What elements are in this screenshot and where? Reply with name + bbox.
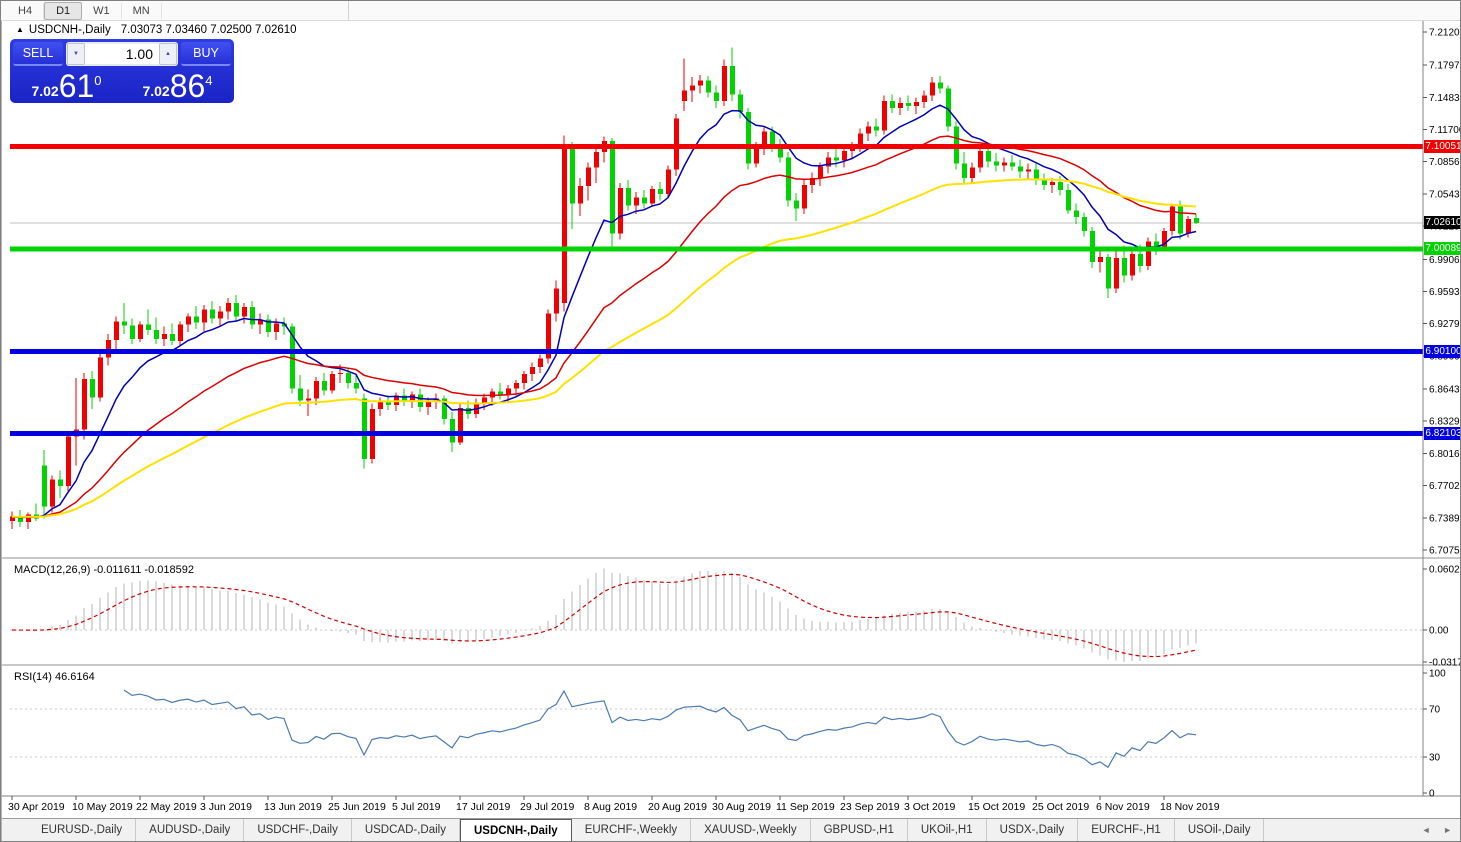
timeframe-button-mn[interactable]: MN [122, 2, 162, 19]
svg-text:18 Nov 2019: 18 Nov 2019 [1160, 801, 1220, 813]
svg-text:-0.031725: -0.031725 [1429, 658, 1461, 669]
timeframe-button-h4[interactable]: H4 [7, 2, 45, 19]
tab-eurchf-weekly[interactable]: EURCHF-,Weekly [572, 819, 692, 841]
tab-gbpusd-h1[interactable]: GBPUSD-,H1 [811, 819, 908, 841]
svg-text:20 Aug 2019: 20 Aug 2019 [648, 801, 707, 813]
tab-ukoil-h1[interactable]: UKOil-,H1 [908, 819, 987, 841]
svg-text:6 Nov 2019: 6 Nov 2019 [1096, 801, 1150, 813]
buy-price-sup: 4 [205, 73, 213, 88]
svg-text:5 Jul 2019: 5 Jul 2019 [392, 801, 441, 813]
svg-text:7.17970: 7.17970 [1429, 61, 1461, 72]
svg-text:29 Jul 2019: 29 Jul 2019 [520, 801, 574, 813]
price-line-label-support-blue1: 6.90100 [1424, 345, 1461, 358]
tab-eurchf-h1[interactable]: EURCHF-,H1 [1078, 819, 1175, 841]
tab-scroll-left-icon[interactable]: ◄ [1422, 825, 1431, 835]
svg-text:6.92795: 6.92795 [1429, 319, 1461, 330]
svg-text:6.70755: 6.70755 [1429, 545, 1461, 556]
svg-text:30: 30 [1429, 753, 1441, 764]
buy-price-prefix: 7.02 [142, 83, 170, 99]
sell-price-display[interactable]: 7.02 61 0 [13, 68, 120, 102]
collapse-triangle-icon[interactable]: ▲ [16, 25, 24, 34]
svg-text:6.73890: 6.73890 [1429, 513, 1461, 524]
sell-price-main: 61 [58, 68, 95, 104]
buy-button[interactable]: BUY [181, 42, 231, 66]
chart-tab-bar: EURUSD-,Daily AUDUSD-,Daily USDCHF-,Daily U… [2, 818, 1460, 841]
svg-text:7.21200: 7.21200 [1429, 28, 1461, 39]
tab-usdchf-daily[interactable]: USDCHF-,Daily [244, 819, 352, 841]
chart-title: ▲ USDCNH-,Daily 7.03073 7.03460 7.02500 7.… [16, 24, 297, 36]
svg-text:25 Oct 2019: 25 Oct 2019 [1032, 801, 1089, 813]
svg-text:70: 70 [1429, 705, 1441, 716]
svg-text:8 Aug 2019: 8 Aug 2019 [584, 801, 637, 813]
tab-usdcad-daily[interactable]: USDCAD-,Daily [352, 819, 460, 841]
buy-price-main: 86 [169, 68, 206, 104]
timeframe-button-w1[interactable]: W1 [82, 2, 122, 19]
terminal-window: H4 D1 W1 MN 7.21200 7.17970 7.14835 7.11700… [0, 0, 1461, 842]
tab-eurusd-daily[interactable]: EURUSD-,Daily [28, 819, 137, 841]
svg-text:25 Jun 2019: 25 Jun 2019 [328, 801, 386, 813]
tab-audusd-daily[interactable]: AUDUSD-,Daily [136, 819, 245, 841]
sell-button[interactable]: SELL [13, 42, 63, 66]
timeframe-button-d1[interactable]: D1 [44, 1, 83, 20]
toolbar-separator [348, 1, 349, 20]
svg-text:17 Jul 2019: 17 Jul 2019 [456, 801, 510, 813]
svg-text:23 Sep 2019: 23 Sep 2019 [840, 801, 900, 813]
svg-text:0: 0 [1429, 789, 1435, 800]
svg-text:3 Jun 2019: 3 Jun 2019 [200, 801, 252, 813]
svg-text:15 Oct 2019: 15 Oct 2019 [968, 801, 1025, 813]
price-line-label-support-green: 7.00089 [1424, 242, 1461, 255]
svg-text:7.14835: 7.14835 [1429, 93, 1461, 104]
tab-usoil-daily[interactable]: USOil-,Daily [1175, 819, 1265, 841]
svg-text:11 Sep 2019: 11 Sep 2019 [776, 801, 835, 813]
tab-scroll-nav: ◄ ► [1412, 825, 1452, 835]
svg-text:6.95930: 6.95930 [1429, 287, 1461, 298]
periodicity-toolbar: H4 D1 W1 MN [1, 1, 1460, 21]
buy-price-display[interactable]: 7.02 86 4 [124, 68, 231, 102]
svg-text:100: 100 [1429, 669, 1446, 680]
tab-usdx-daily[interactable]: USDX-,Daily [987, 819, 1079, 841]
macd-indicator-label: MACD(12,26,9) -0.011611 -0.018592 [14, 564, 194, 576]
svg-text:0.060273: 0.060273 [1429, 565, 1461, 576]
sell-price-sup: 0 [94, 73, 102, 88]
volume-increase-icon[interactable]: ▲ [159, 43, 177, 65]
svg-text:7.08565: 7.08565 [1429, 157, 1461, 168]
svg-text:6.99065: 6.99065 [1429, 255, 1461, 266]
tab-xauusd-weekly[interactable]: XAUUSD-,Weekly [691, 819, 811, 841]
chart-window: 7.21200 7.17970 7.14835 7.11700 7.08565 7.054… [1, 21, 1461, 841]
price-line-label-resistance: 7.10051 [1424, 140, 1461, 153]
one-click-trade-panel: SELL ▼ ▲ BUY 7.02 61 0 7.02 86 4 [10, 39, 234, 103]
chart-symbol-label: USDCNH-,Daily [28, 24, 111, 36]
svg-text:6.77025: 6.77025 [1429, 481, 1461, 492]
chart-ohlc-values: 7.03073 7.03460 7.02500 7.02610 [120, 24, 297, 36]
tab-scroll-right-icon[interactable]: ► [1443, 825, 1452, 835]
current-price-label: 7.02610 [1424, 216, 1461, 229]
svg-text:10 May 2019: 10 May 2019 [72, 801, 133, 813]
chart-canvas[interactable]: 7.21200 7.17970 7.14835 7.11700 7.08565 7.054… [2, 21, 1461, 818]
svg-text:6.86430: 6.86430 [1429, 385, 1461, 396]
volume-decrease-icon[interactable]: ▼ [67, 43, 85, 65]
price-line-label-support-blue2: 6.82103 [1424, 427, 1461, 440]
svg-text:7.05430: 7.05430 [1429, 189, 1461, 200]
svg-text:0.00: 0.00 [1429, 626, 1449, 637]
svg-text:6.80160: 6.80160 [1429, 449, 1461, 460]
sell-price-prefix: 7.02 [31, 83, 59, 99]
svg-text:7.11700: 7.11700 [1429, 125, 1461, 136]
volume-input[interactable] [85, 44, 159, 64]
volume-stepper: ▼ ▲ [66, 42, 178, 66]
svg-text:22 May 2019: 22 May 2019 [136, 801, 197, 813]
rsi-indicator-label: RSI(14) 46.6164 [14, 671, 95, 683]
svg-text:13 Jun 2019: 13 Jun 2019 [264, 801, 322, 813]
svg-text:30 Aug 2019: 30 Aug 2019 [712, 801, 771, 813]
svg-text:3 Oct 2019: 3 Oct 2019 [904, 801, 956, 813]
svg-text:30 Apr 2019: 30 Apr 2019 [8, 801, 65, 813]
tab-usdcnh-daily[interactable]: USDCNH-,Daily [459, 819, 572, 841]
